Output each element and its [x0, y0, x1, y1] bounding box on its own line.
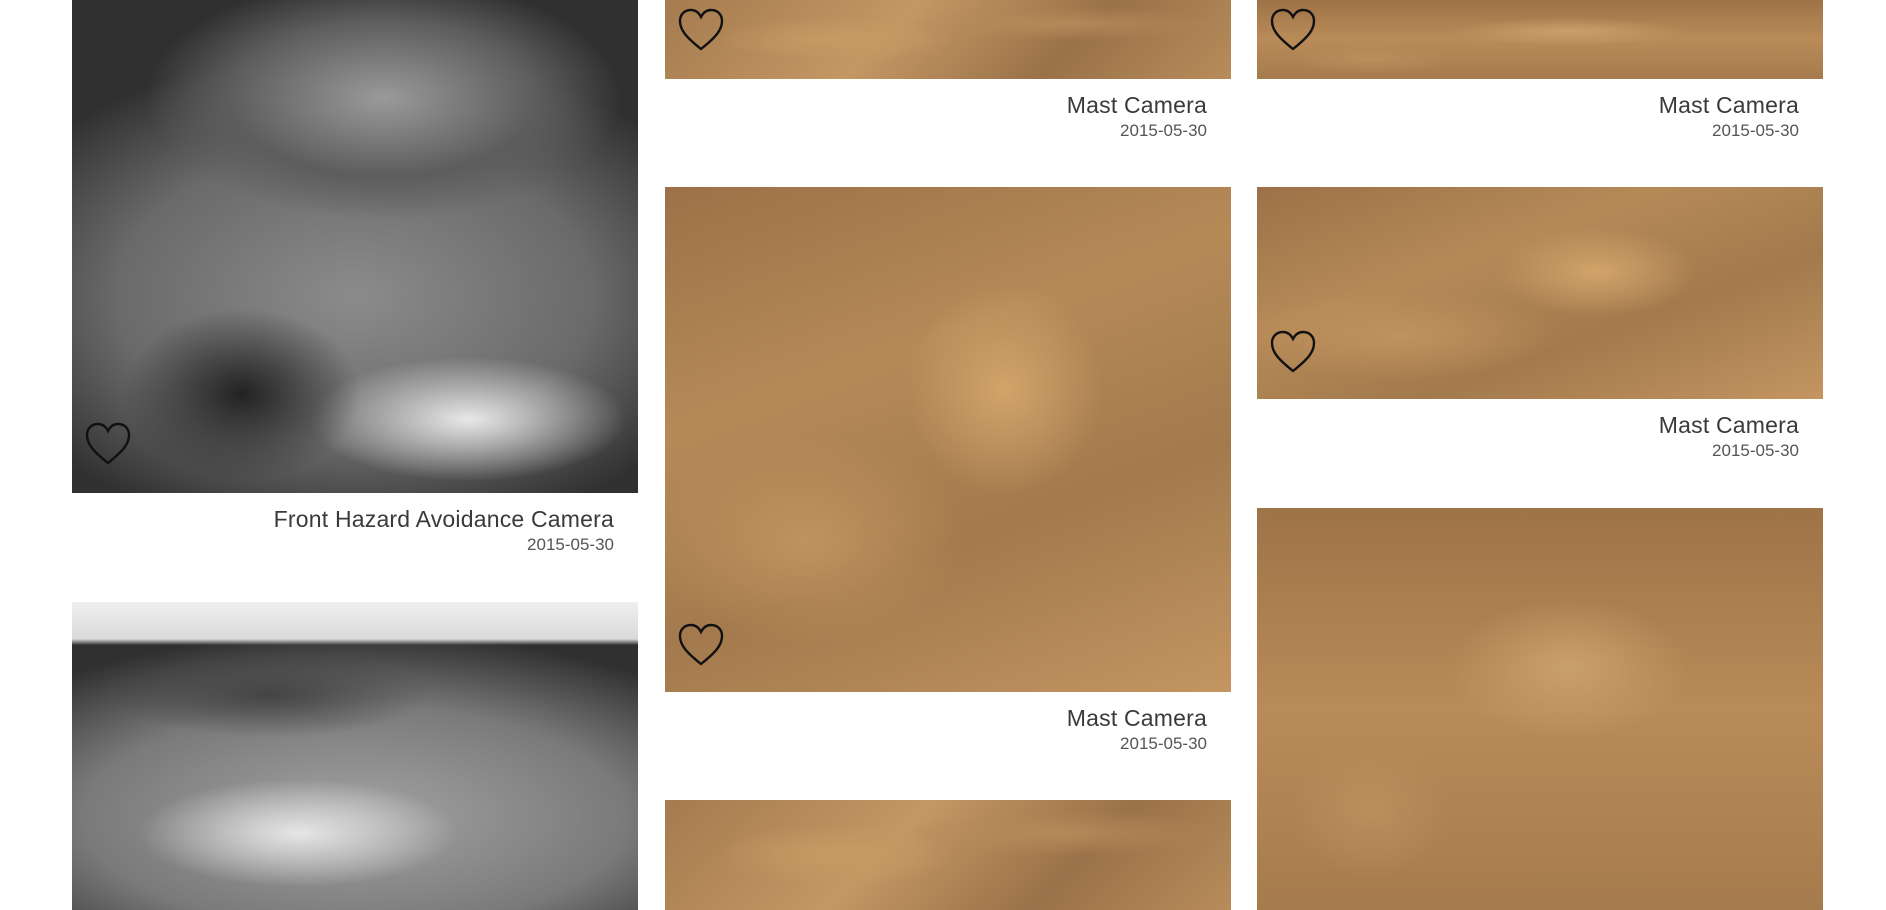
photo-date: 2015-05-30 — [527, 535, 614, 554]
favorite-heart-icon[interactable] — [676, 5, 726, 55]
photo-card: Mast Camera 2015-05-30 — [665, 0, 1231, 160]
camera-name: Mast Camera — [1066, 92, 1207, 118]
photo-caption: Mast Camera 2015-05-30 — [1067, 704, 1207, 756]
favorite-heart-icon[interactable] — [1268, 327, 1318, 377]
photo-image[interactable] — [1257, 508, 1823, 910]
photo-caption: Mast Camera 2015-05-30 — [1659, 91, 1799, 143]
photo-card: Mast Camera 2015-05-30 — [1257, 0, 1823, 160]
favorite-heart-icon[interactable] — [676, 620, 726, 670]
photo-caption: Mast Camera 2015-05-30 — [1659, 411, 1799, 463]
photo-card: Mast Camera 2015-05-30 — [665, 187, 1231, 767]
camera-name: Mast Camera — [1066, 705, 1207, 731]
photo-card — [1257, 508, 1823, 910]
photo-card: Mast Camera 2015-05-30 — [1257, 187, 1823, 477]
photo-card — [72, 602, 638, 910]
photo-caption: Mast Camera 2015-05-30 — [1067, 91, 1207, 143]
photo-image[interactable] — [665, 800, 1231, 910]
camera-name: Mast Camera — [1658, 92, 1799, 118]
photo-date: 2015-05-30 — [1120, 734, 1207, 753]
photo-image[interactable] — [72, 602, 638, 910]
photo-date: 2015-05-30 — [1120, 121, 1207, 140]
photo-image[interactable] — [665, 187, 1231, 692]
photo-image[interactable] — [1257, 0, 1823, 79]
camera-name: Front Hazard Avoidance Camera — [273, 506, 614, 532]
photo-date: 2015-05-30 — [1712, 121, 1799, 140]
photo-image[interactable] — [1257, 187, 1823, 399]
photo-image[interactable] — [665, 0, 1231, 79]
photo-date: 2015-05-30 — [1712, 441, 1799, 460]
photo-card — [665, 800, 1231, 910]
favorite-heart-icon[interactable] — [1268, 5, 1318, 55]
favorite-heart-icon[interactable] — [83, 419, 133, 469]
camera-name: Mast Camera — [1658, 412, 1799, 438]
photo-caption: Front Hazard Avoidance Camera 2015-05-30 — [274, 505, 614, 557]
photo-image[interactable] — [72, 0, 638, 493]
photo-card: Front Hazard Avoidance Camera 2015-05-30 — [72, 0, 638, 570]
